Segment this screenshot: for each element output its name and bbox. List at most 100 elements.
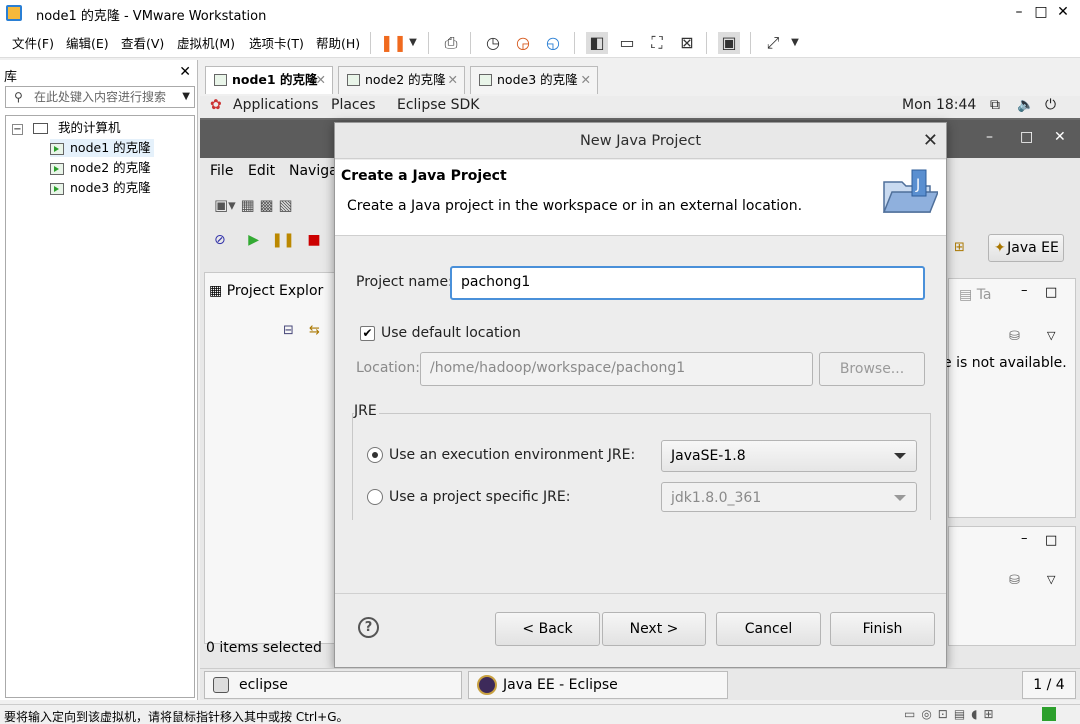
cancel-button[interactable]: Cancel xyxy=(716,612,821,646)
tree-root[interactable]: − 我的计算机 xyxy=(12,119,120,137)
dialog-divider xyxy=(335,593,946,594)
network-icon[interactable]: ⧉ xyxy=(990,97,1000,113)
toolbar-separator xyxy=(750,32,751,54)
collapse-all-icon[interactable]: ⊟ xyxy=(283,323,294,338)
chevron-down-icon[interactable]: ▼ xyxy=(402,32,424,54)
project-specific-jre-value: jdk1.8.0_361 xyxy=(671,490,762,506)
revert-snapshot-icon[interactable]: ◶ xyxy=(512,32,534,54)
eclipse-sdk-menu[interactable]: Eclipse SDK xyxy=(397,97,479,113)
close-button[interactable]: ✕ xyxy=(1052,2,1074,22)
snapshot-manager-icon[interactable]: ◵ xyxy=(542,32,564,54)
help-icon[interactable]: ? xyxy=(358,617,379,638)
exec-env-label[interactable]: Use an execution environment JRE: xyxy=(389,447,635,463)
project-explorer-tab[interactable]: ▦ Project Explor xyxy=(209,283,323,299)
project-specific-jre-radio[interactable] xyxy=(367,489,383,505)
show-library-icon[interactable]: ◧ xyxy=(586,32,608,54)
workspace-switcher[interactable]: 1 / 4 xyxy=(1022,671,1076,699)
places-menu[interactable]: Places xyxy=(331,97,376,113)
skip-breakpoints-icon[interactable]: ⊘ xyxy=(214,232,226,248)
exec-env-select[interactable]: JavaSE-1.8 xyxy=(661,440,917,472)
finish-button[interactable]: Finish xyxy=(830,612,935,646)
use-default-location-checkbox[interactable]: ✔ xyxy=(360,326,375,341)
perspective-java-ee[interactable]: ✦ Java EE xyxy=(988,234,1064,262)
next-button[interactable]: Next > xyxy=(602,612,706,646)
taskbar-item-label: eclipse xyxy=(239,677,288,693)
pause-icon[interactable]: ❚❚ xyxy=(380,32,407,54)
outline-view: – □ ⛁ ▽ xyxy=(948,526,1076,646)
applications-menu[interactable]: Applications xyxy=(233,97,319,113)
window-title: node1 的克隆 - VMware Workstation xyxy=(36,9,267,24)
chevron-down-icon[interactable]: ▼ xyxy=(784,32,806,54)
eclipse-menu-file[interactable]: File xyxy=(210,163,233,179)
tree-item-node2[interactable]: node2 的克隆 xyxy=(50,159,151,177)
suspend-icon[interactable]: ❚❚ xyxy=(271,232,294,248)
tab-node1[interactable]: node1 的克隆 ✕ xyxy=(205,66,333,94)
browse-button[interactable]: Browse... xyxy=(819,352,925,386)
send-ctrl-alt-del-icon[interactable]: ⎙ xyxy=(440,32,462,54)
minimize-icon[interactable]: – xyxy=(1021,531,1028,546)
console-view-icon[interactable]: ▣ xyxy=(718,32,740,54)
project-name-field[interactable]: pachong1 xyxy=(450,266,925,300)
use-default-location-label[interactable]: Use default location xyxy=(381,325,521,341)
volume-icon[interactable]: 🔈 xyxy=(1017,97,1034,113)
open-perspective-icon[interactable]: ⊞ xyxy=(954,240,965,255)
terminate-icon[interactable]: ■ xyxy=(307,232,320,248)
tab-node2[interactable]: node2 的克隆 ✕ xyxy=(338,66,465,94)
library-search-input[interactable]: ⚲ 在此处键入内容进行搜索 ▼ xyxy=(5,86,195,108)
snapshot-icon[interactable]: ◷ xyxy=(482,32,504,54)
eclipse-menu-edit[interactable]: Edit xyxy=(248,163,275,179)
maximize-icon[interactable]: □ xyxy=(1045,533,1057,548)
task-tab[interactable]: ▤ Ta xyxy=(959,287,992,303)
view-menu-icon[interactable]: ▽ xyxy=(1047,329,1055,342)
stretch-icon[interactable]: ⤢ xyxy=(762,32,784,54)
chevron-down-icon[interactable]: ▼ xyxy=(182,87,190,107)
resume-icon[interactable]: ▶ xyxy=(248,232,259,248)
window-icon xyxy=(213,677,229,693)
close-icon[interactable]: ✕ xyxy=(1054,129,1066,145)
power-icon[interactable]: ⏻ xyxy=(1045,97,1056,113)
minimize-button[interactable]: – xyxy=(1008,2,1030,22)
full-screen-icon[interactable]: ⛶ xyxy=(646,32,668,54)
close-icon[interactable]: ✕ xyxy=(581,67,591,93)
new-icon[interactable]: ▣▾ ▦ ▩ ▧ xyxy=(214,196,293,214)
tree-item-node1[interactable]: node1 的克隆 xyxy=(50,139,154,157)
close-icon[interactable]: ✕ xyxy=(179,64,191,80)
view-filter-icon[interactable]: ⛁ xyxy=(1009,573,1020,588)
dialog-titlebar: New Java Project ✕ xyxy=(335,123,946,159)
project-specific-jre-select[interactable]: jdk1.8.0_361 xyxy=(661,482,917,512)
taskbar-item-eclipse[interactable]: eclipse xyxy=(204,671,462,699)
maximize-icon[interactable]: □ xyxy=(1045,285,1057,300)
maximize-icon[interactable]: □ xyxy=(1020,129,1033,145)
guest-screen[interactable]: ✿ Applications Places Eclipse SDK Mon 18… xyxy=(200,96,1080,700)
menu-view[interactable]: 查看(V) xyxy=(121,33,164,52)
menu-vm[interactable]: 虚拟机(M) xyxy=(177,33,235,52)
message-log-icon[interactable] xyxy=(1042,707,1056,721)
close-icon[interactable]: ✕ xyxy=(316,67,326,93)
close-icon[interactable]: ✕ xyxy=(923,123,938,159)
thumbnail-bar-icon[interactable]: ▭ xyxy=(616,32,638,54)
gnome-top-bar: ✿ Applications Places Eclipse SDK Mon 18… xyxy=(200,96,1080,118)
link-editor-icon[interactable]: ⇆ xyxy=(309,323,320,338)
view-filter-icon[interactable]: ⛁ xyxy=(1009,329,1020,344)
menu-help[interactable]: 帮助(H) xyxy=(316,33,360,52)
minimize-icon[interactable]: – xyxy=(1021,283,1028,298)
project-specific-jre-label[interactable]: Use a project specific JRE: xyxy=(389,489,570,505)
menu-tabs[interactable]: 选项卡(T) xyxy=(249,33,304,52)
device-icons[interactable]: ▭◎⊡▤◖⊞ xyxy=(904,707,1000,721)
tab-node3[interactable]: node3 的克隆 ✕ xyxy=(470,66,598,94)
tab-label: node2 的克隆 xyxy=(365,72,446,87)
taskbar-item-java-ee[interactable]: Java EE - Eclipse xyxy=(468,671,728,699)
location-field[interactable]: /home/hadoop/workspace/pachong1 xyxy=(420,352,813,386)
menu-file[interactable]: 文件(F) xyxy=(12,33,54,52)
tree-item-node3[interactable]: node3 的克隆 xyxy=(50,179,151,197)
exec-env-radio[interactable] xyxy=(367,447,383,463)
view-menu-icon[interactable]: ▽ xyxy=(1047,573,1055,586)
minimize-icon[interactable]: – xyxy=(986,129,993,145)
collapse-icon[interactable]: − xyxy=(12,124,23,135)
back-button[interactable]: < Back xyxy=(495,612,600,646)
close-icon[interactable]: ✕ xyxy=(448,67,458,93)
menu-edit[interactable]: 编辑(E) xyxy=(66,33,109,52)
clock[interactable]: Mon 18:44 xyxy=(902,97,976,113)
unity-icon[interactable]: ⊠ xyxy=(676,32,698,54)
maximize-button[interactable]: □ xyxy=(1030,2,1052,22)
